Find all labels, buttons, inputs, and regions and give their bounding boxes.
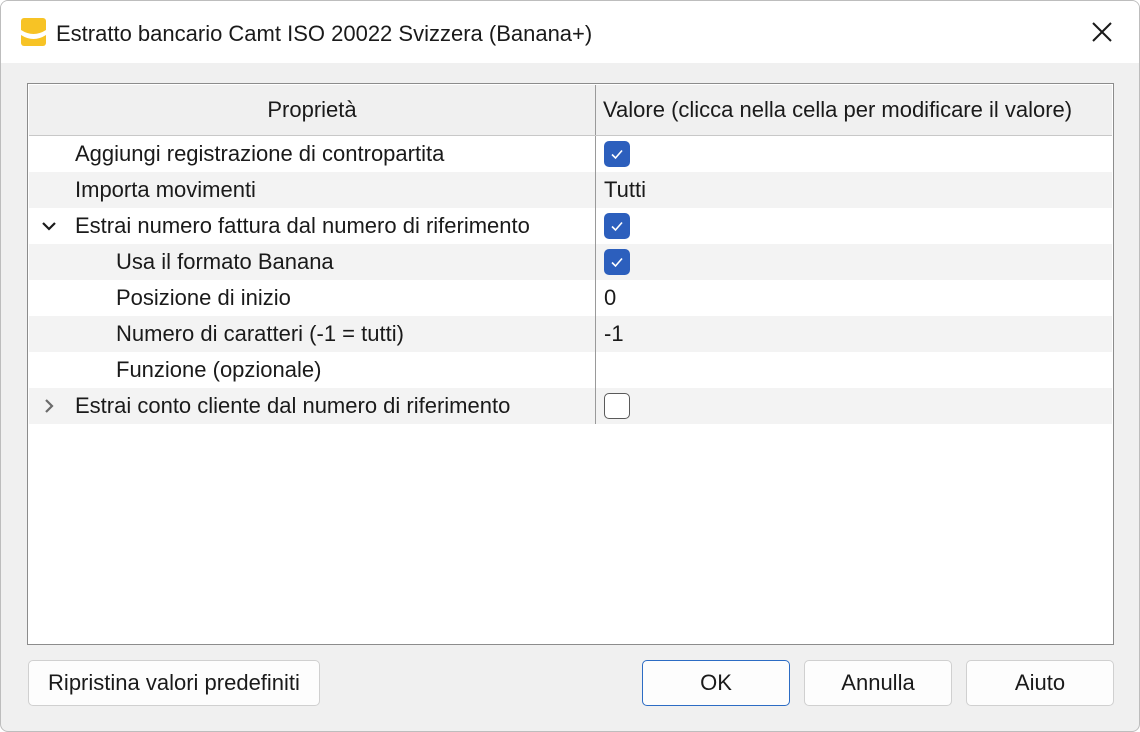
property-label: Funzione (opzionale)	[116, 357, 322, 382]
property-label: Aggiungi registrazione di contropartita	[75, 141, 445, 166]
table-row[interactable]: Funzione (opzionale)	[29, 352, 1112, 388]
check-icon	[611, 221, 623, 232]
property-cell[interactable]: Estrai numero fattura dal numero di rife…	[29, 208, 641, 244]
property-cell[interactable]: Estrai conto cliente dal numero di rifer…	[29, 388, 641, 424]
table-row[interactable]: Posizione di inizio 0	[29, 280, 1112, 316]
dialog-window: Estratto bancario Camt ISO 20022 Svizzer…	[0, 0, 1140, 732]
property-cell[interactable]: Usa il formato Banana	[29, 244, 682, 280]
value-cell[interactable]	[595, 388, 1112, 424]
value-cell[interactable]	[595, 352, 1112, 388]
property-cell[interactable]: Aggiungi registrazione di contropartita	[29, 136, 641, 172]
property-cell[interactable]: Posizione di inizio	[29, 280, 682, 316]
value-cell[interactable]	[595, 136, 1112, 172]
value-text: Tutti	[604, 177, 646, 202]
value-cell[interactable]	[595, 244, 1112, 280]
property-cell[interactable]: Numero di caratteri (-1 = tutti)	[29, 316, 682, 352]
cancel-button[interactable]: Annulla	[804, 660, 952, 706]
close-icon[interactable]	[1085, 15, 1119, 49]
grid-header: Proprietà Valore (clicca nella cella per…	[29, 85, 1112, 136]
check-icon	[611, 257, 623, 268]
window-title: Estratto bancario Camt ISO 20022 Svizzer…	[56, 21, 593, 46]
table-row[interactable]: Importa movimenti Tutti	[29, 172, 1112, 208]
table-row[interactable]: Aggiungi registrazione di contropartita	[29, 136, 1112, 172]
check-icon	[611, 149, 623, 160]
chevron-right-icon[interactable]	[39, 396, 59, 416]
value-checkbox[interactable]	[604, 249, 630, 275]
value-cell[interactable]	[595, 208, 1112, 244]
property-label: Numero di caratteri (-1 = tutti)	[116, 321, 404, 346]
value-checkbox[interactable]	[604, 141, 630, 167]
reset-defaults-button[interactable]: Ripristina valori predefiniti	[28, 660, 320, 706]
property-label: Posizione di inizio	[116, 285, 291, 310]
property-label: Estrai numero fattura dal numero di rife…	[75, 213, 530, 238]
column-header-property[interactable]: Proprietà	[29, 85, 595, 135]
value-text: -1	[604, 321, 624, 346]
help-button[interactable]: Aiuto	[966, 660, 1114, 706]
value-cell[interactable]: -1	[595, 316, 1112, 352]
column-header-value[interactable]: Valore (clicca nella cella per modificar…	[595, 85, 1112, 135]
ok-button[interactable]: OK	[642, 660, 790, 706]
value-checkbox[interactable]	[604, 393, 630, 419]
value-checkbox[interactable]	[604, 213, 630, 239]
value-cell[interactable]: 0	[595, 280, 1112, 316]
chevron-down-icon[interactable]	[39, 216, 59, 236]
value-text: 0	[604, 285, 617, 310]
property-cell[interactable]: Importa movimenti	[29, 172, 641, 208]
property-label: Usa il formato Banana	[116, 249, 334, 274]
property-label: Estrai conto cliente dal numero di rifer…	[75, 393, 511, 418]
title-bar: Estratto bancario Camt ISO 20022 Svizzer…	[1, 1, 1139, 63]
properties-grid: Proprietà Valore (clicca nella cella per…	[27, 83, 1114, 645]
value-cell[interactable]: Tutti	[595, 172, 1112, 208]
table-row[interactable]: Estrai conto cliente dal numero di rifer…	[29, 388, 1112, 424]
property-label: Importa movimenti	[75, 177, 256, 202]
property-cell[interactable]: Funzione (opzionale)	[29, 352, 682, 388]
table-row[interactable]: Numero di caratteri (-1 = tutti) -1	[29, 316, 1112, 352]
banana-app-icon	[21, 18, 46, 46]
table-row[interactable]: Estrai numero fattura dal numero di rife…	[29, 208, 1112, 244]
table-row[interactable]: Usa il formato Banana	[29, 244, 1112, 280]
